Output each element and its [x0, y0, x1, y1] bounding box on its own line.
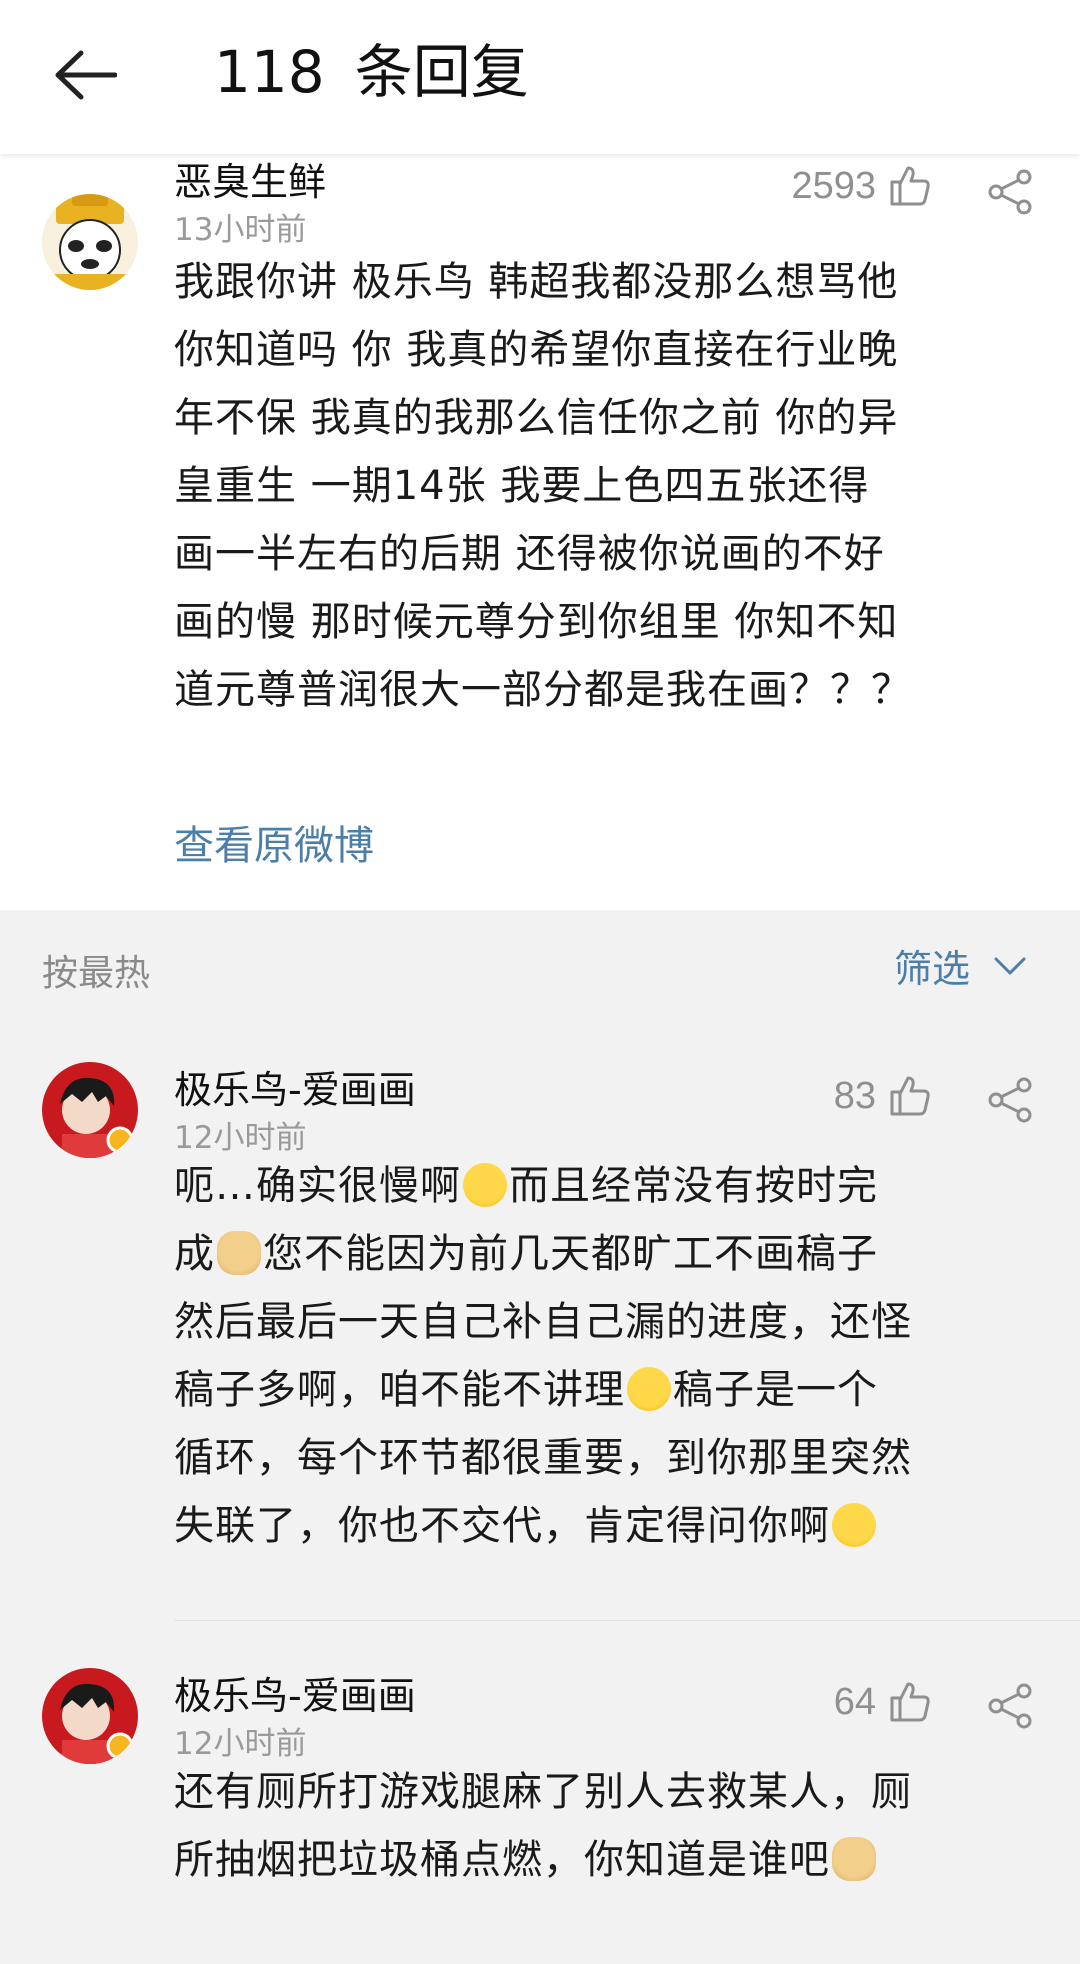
top-bar: 118 条回复	[0, 0, 1080, 154]
like-button[interactable]: 83	[834, 1074, 932, 1118]
original-comment: 恶臭生鲜 13小时前 2593 我跟你讲 极乐鸟 韩超我都没那么想骂他 你知道吗…	[0, 154, 1080, 910]
text-line: 画一半左右的后期 还得被你说画的不好	[174, 531, 885, 577]
post-time: 13小时前	[174, 212, 307, 248]
text-span: 呃…确实很慢啊	[174, 1163, 461, 1209]
text-span: 稿子多啊，咱不能不讲理	[174, 1367, 625, 1413]
text-line: 然后最后一天自己补自己漏的进度，还怪	[174, 1299, 912, 1345]
author-name[interactable]: 极乐鸟-爱画画	[174, 1672, 416, 1720]
like-count: 2593	[791, 164, 876, 207]
doge-emoji-icon	[832, 1837, 876, 1881]
reply-item: 极乐鸟-爱画画 12小时前 64 还有厕所打游戏腿麻了别人去救某人，厕 所抽烟把…	[0, 1622, 1080, 1964]
share-button[interactable]	[984, 1682, 1040, 1738]
text-line: 成 您不能因为前几天都旷工不画稿子	[174, 1220, 1044, 1288]
text-line: 循环，每个环节都很重要，到你那里突然	[174, 1435, 912, 1481]
sort-hot[interactable]: 按最热	[42, 944, 150, 996]
text-span: 所抽烟把垃圾桶点燃，你知道是谁吧	[174, 1837, 830, 1883]
text-line: 画的慢 那时候元尊分到你组里 你知不知	[174, 599, 899, 645]
text-line: 道元尊普润很大一部分都是我在画？？？	[174, 667, 912, 713]
share-icon	[988, 169, 1032, 215]
text-line: 还有厕所打游戏腿麻了别人去救某人，厕	[174, 1769, 912, 1815]
anime-avatar-icon	[42, 1062, 138, 1158]
back-button[interactable]	[50, 40, 120, 110]
comment-body: 还有厕所打游戏腿麻了别人去救某人，厕 所抽烟把垃圾桶点燃，你知道是谁吧	[174, 1758, 1044, 1894]
thumbs-up-icon	[890, 1076, 930, 1116]
view-original-link[interactable]: 查看原微博	[174, 818, 374, 874]
comment-body: 呃…确实很慢啊 而且经常没有按时完 成 您不能因为前几天都旷工不画稿子 然后最后一天…	[174, 1152, 1044, 1560]
laugh-cry-emoji-icon	[463, 1163, 507, 1207]
like-count: 64	[833, 1680, 876, 1723]
back-arrow-icon	[55, 50, 117, 100]
text-line: 呃…确实很慢啊 而且经常没有按时完	[174, 1152, 1044, 1220]
text-span: 而且经常没有按时完	[509, 1163, 878, 1209]
reply-label: 条回复	[354, 38, 529, 106]
text-line: 年不保 我真的我那么信任你之前 你的异	[174, 395, 899, 441]
text-line: 你知道吗 你 我真的希望你直接在行业晚	[174, 327, 899, 373]
crying-emoji-icon	[832, 1503, 876, 1547]
share-button[interactable]	[984, 168, 1040, 224]
text-line: 稿子多啊，咱不能不讲理 稿子是一个	[174, 1356, 1044, 1424]
text-line: 所抽烟把垃圾桶点燃，你知道是谁吧	[174, 1826, 1044, 1894]
filter-label: 筛选	[893, 947, 970, 991]
text-line: 皇重生 一期14张 我要上色四五张还得	[174, 463, 870, 509]
reply-item: 极乐鸟-爱画画 12小时前 83 呃…确实很慢啊 而且经常没有按时完 成您不能因为…	[0, 1022, 1080, 1622]
text-span: 您不能因为前几天都旷工不画稿子	[263, 1231, 878, 1277]
share-icon	[988, 1077, 1032, 1123]
chevron-down-icon	[994, 957, 1026, 974]
doge-emoji-icon	[217, 1231, 261, 1275]
thumbs-up-icon	[890, 1682, 930, 1722]
panda-avatar-icon	[42, 194, 138, 290]
comment-body: 我跟你讲 极乐鸟 韩超我都没那么想骂他 你知道吗 你 我真的希望你直接在行业晚 …	[174, 248, 1044, 724]
like-count: 83	[833, 1074, 876, 1117]
like-button[interactable]: 64	[834, 1680, 932, 1724]
text-line: 我跟你讲 极乐鸟 韩超我都没那么想骂他	[174, 259, 899, 305]
share-button[interactable]	[984, 1076, 1040, 1132]
like-button[interactable]: 2593	[791, 164, 932, 208]
text-span: 成	[174, 1231, 215, 1277]
divider	[174, 1620, 1080, 1621]
author-name[interactable]: 恶臭生鲜	[174, 158, 326, 206]
thumbs-up-icon	[890, 166, 930, 206]
share-icon	[988, 1683, 1032, 1729]
anime-avatar-icon	[42, 1668, 138, 1764]
page-title: 118 条回复	[214, 36, 529, 108]
crying-emoji-icon	[627, 1367, 671, 1411]
text-span: 失联了，你也不交代，肯定得问你啊	[174, 1503, 830, 1549]
text-line: 失联了，你也不交代，肯定得问你啊	[174, 1492, 1044, 1560]
avatar[interactable]	[42, 1668, 138, 1764]
author-name[interactable]: 极乐鸟-爱画画	[174, 1066, 416, 1114]
sort-bar: 按最热 筛选	[0, 910, 1080, 1022]
text-span: 稿子是一个	[673, 1367, 878, 1413]
avatar[interactable]	[42, 194, 138, 290]
reply-count: 118	[214, 38, 325, 106]
filter-button[interactable]: 筛选	[894, 938, 1026, 993]
avatar[interactable]	[42, 1062, 138, 1158]
